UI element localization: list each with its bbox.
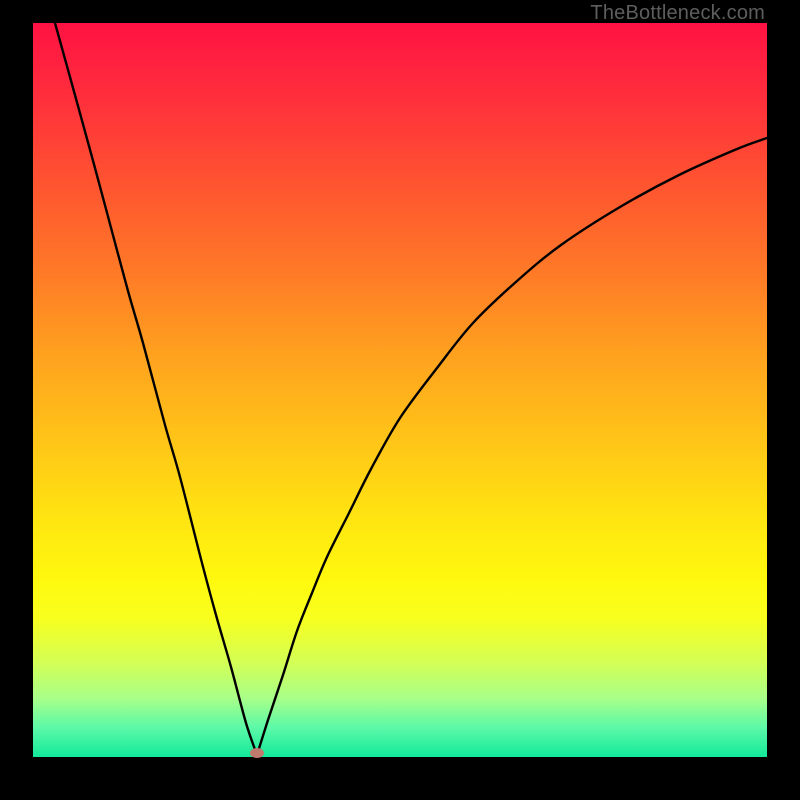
curve-right-branch — [257, 138, 767, 755]
watermark-text: TheBottleneck.com — [590, 2, 765, 25]
plot-area — [33, 23, 767, 757]
bottleneck-curve — [33, 23, 767, 757]
curve-left-branch — [55, 23, 257, 755]
minimum-marker — [250, 748, 264, 758]
